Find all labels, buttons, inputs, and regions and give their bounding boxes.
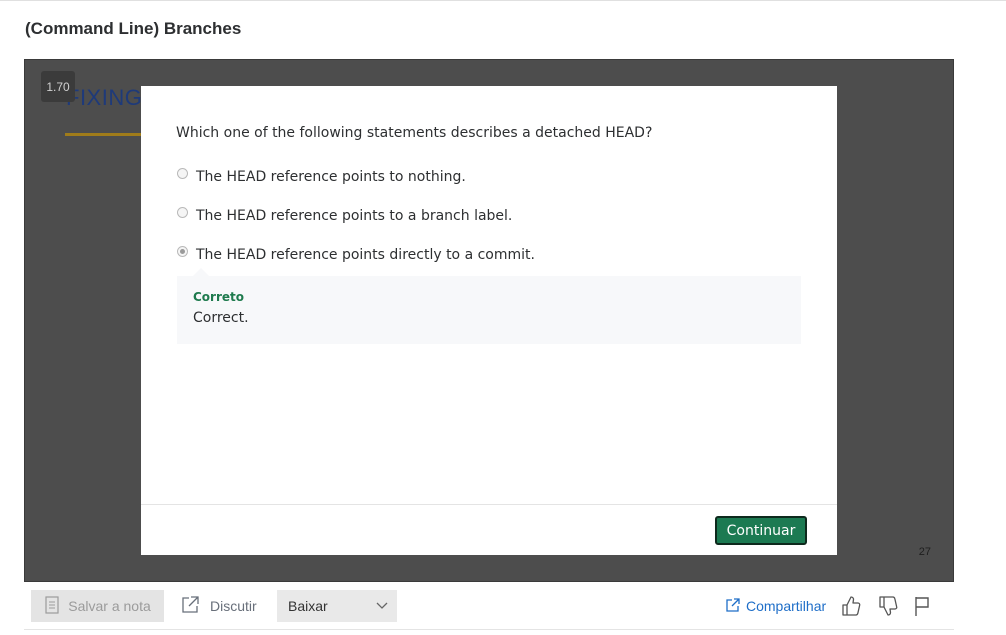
slide-counter: 27 xyxy=(918,546,931,558)
download-label: Baixar xyxy=(288,598,328,614)
thumbs-down-icon[interactable] xyxy=(876,594,900,618)
quiz-option-label: The HEAD reference points to nothing. xyxy=(196,169,466,185)
note-icon xyxy=(44,595,60,617)
lecture-toolbar: Salvar a nota Discutir Baixar Compartilh… xyxy=(24,588,954,628)
thumbs-up-icon[interactable] xyxy=(839,594,863,618)
chevron-down-icon xyxy=(375,598,389,615)
save-note-button[interactable]: Salvar a nota xyxy=(31,590,164,622)
modal-footer: Continuar xyxy=(141,504,837,555)
feedback-text: Correct. xyxy=(193,310,249,326)
flag-icon[interactable] xyxy=(910,594,934,618)
quiz-option-1[interactable]: The HEAD reference points to nothing. xyxy=(177,167,466,185)
top-divider xyxy=(0,0,1006,1)
radio-button-selected[interactable] xyxy=(177,245,188,257)
feedback-title: Correto xyxy=(193,290,245,304)
quiz-option-label: The HEAD reference points to a branch la… xyxy=(196,208,513,224)
share-button[interactable]: Compartilhar xyxy=(726,594,826,618)
discuss-label: Discutir xyxy=(210,598,257,614)
download-dropdown[interactable]: Baixar xyxy=(277,590,397,622)
quiz-question: Which one of the following statements de… xyxy=(176,125,653,141)
radio-button[interactable] xyxy=(177,206,188,218)
toolbar-divider xyxy=(24,629,954,630)
page-title: (Command Line) Branches xyxy=(25,19,242,38)
answer-feedback: Correto Correct. xyxy=(177,268,801,344)
share-icon xyxy=(726,597,740,615)
quiz-option-2[interactable]: The HEAD reference points to a branch la… xyxy=(177,206,513,224)
slide-underline xyxy=(65,133,145,136)
save-note-label: Salvar a nota xyxy=(68,598,151,614)
share-label: Compartilhar xyxy=(746,598,827,614)
quiz-option-3[interactable]: The HEAD reference points directly to a … xyxy=(177,245,535,263)
slide-heading: FIXING xyxy=(66,85,143,110)
playback-speed-badge[interactable]: 1.70 xyxy=(41,71,75,102)
quiz-modal: Which one of the following statements de… xyxy=(141,86,837,555)
discuss-button[interactable]: Discutir xyxy=(180,590,257,622)
continue-button[interactable]: Continuar xyxy=(715,516,807,545)
radio-button[interactable] xyxy=(177,167,188,179)
external-link-icon xyxy=(180,595,200,618)
quiz-option-label: The HEAD reference points directly to a … xyxy=(196,247,535,263)
